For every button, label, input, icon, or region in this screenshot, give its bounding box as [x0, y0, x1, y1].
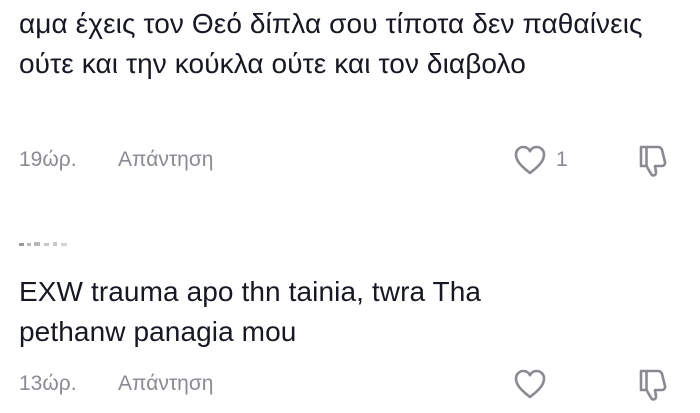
- cropped-username-marks: [19, 242, 67, 246]
- like-button[interactable]: 1: [513, 140, 568, 180]
- reply-button[interactable]: Απάντηση: [118, 148, 213, 172]
- like-button[interactable]: [513, 364, 556, 404]
- reply-button[interactable]: Απάντηση: [118, 372, 213, 396]
- comment-username-partial: [19, 234, 79, 248]
- dislike-button[interactable]: [635, 142, 671, 178]
- comment-text: αμα έχεις τον Θεό δίπλα σου τίποτα δεν π…: [19, 8, 643, 79]
- dislike-button[interactable]: [635, 366, 671, 402]
- comment-text: EXW trauma apo thn tainia, twra Tha peth…: [19, 276, 482, 347]
- like-count: 1: [556, 148, 568, 171]
- heart-outline-icon: [514, 369, 546, 399]
- thumbs-down-outline-icon: [639, 145, 667, 177]
- comment-timestamp: 19ώρ.: [19, 148, 77, 171]
- heart-outline-icon: [514, 145, 546, 175]
- comment-item: αμα έχεις τον Θεό δίπλα σου τίποτα δεν π…: [19, 4, 689, 84]
- comment-timestamp: 13ώρ.: [19, 372, 77, 395]
- comment-item: EXW trauma apo thn tainia, twra Tha peth…: [19, 272, 689, 352]
- comment-meta-row: 19ώρ. Απάντηση 1: [19, 140, 689, 180]
- thumbs-down-outline-icon: [639, 369, 667, 401]
- comment-meta-row: 13ώρ. Απάντηση: [19, 364, 689, 404]
